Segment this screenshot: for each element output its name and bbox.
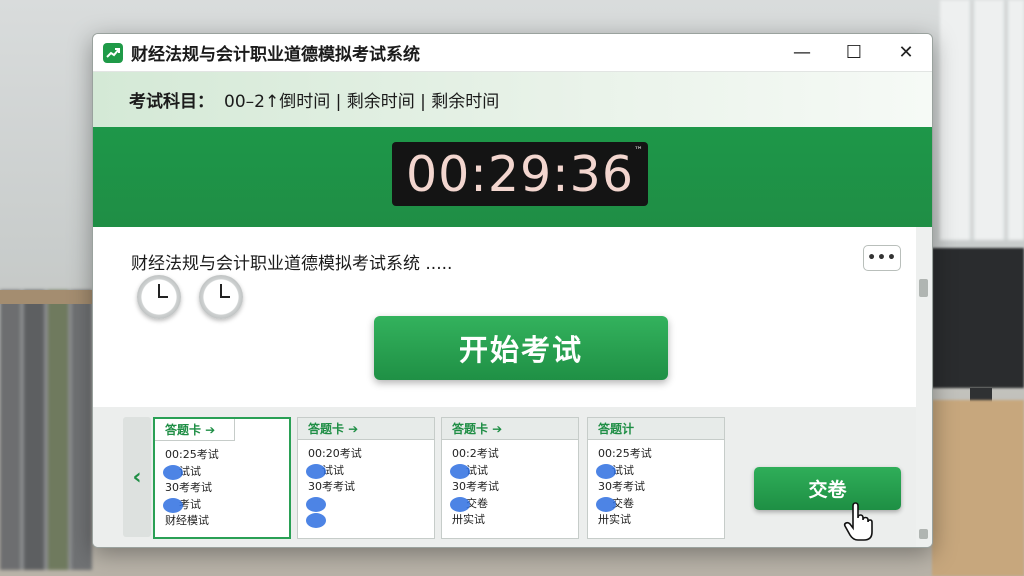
background-desk (932, 400, 1024, 576)
content-title: 财经法规与会计职业道德模拟考试系统 ..... (131, 254, 453, 274)
close-button[interactable]: ✕ (880, 34, 932, 72)
subject-label: 考试科目： (129, 92, 214, 112)
card-line: 00:25考试 (165, 448, 219, 461)
card-line: 00:2考试 (452, 447, 499, 460)
minimize-button[interactable]: — (776, 34, 828, 72)
answer-mark (306, 496, 326, 512)
answer-mark (163, 497, 183, 513)
timer-band: 00:29:36 ™ (93, 127, 932, 227)
background-shelf-top (0, 290, 92, 304)
answer-card-tab[interactable]: 答题卡 ➔ (155, 419, 235, 441)
vertical-scrollbar[interactable] (916, 227, 932, 547)
answer-mark (450, 463, 470, 479)
card-line: 财经模试 (165, 514, 209, 527)
answer-card-3[interactable]: 答题卡 ➔ 00:2考试 试试 30考考试 交卷 卅实试 (441, 417, 579, 539)
chart-trend-icon (103, 42, 123, 63)
answer-card-4[interactable]: 答题计 00:25考试 试试 30考考试 交卷 卅实试 (587, 417, 725, 539)
submit-exam-button[interactable]: 交卷 (754, 467, 901, 510)
answer-mark (596, 496, 616, 512)
answer-mark (163, 464, 183, 480)
answer-card-1[interactable]: 答题卡 ➔ 00:25考试 试试 30考考试 考试 财经模试 (153, 417, 291, 539)
exam-content-panel: 财经法规与会计职业道德模拟考试系统 ..... ••• 开始考试 (93, 227, 916, 407)
answer-mark (306, 463, 326, 479)
timer-value: 00:29:36 (405, 145, 635, 203)
window-title: 财经法规与会计职业道德模拟考试系统 (131, 45, 420, 65)
more-options-button[interactable]: ••• (863, 245, 901, 271)
subject-value: 00–2↑倒时间 | 剩余时间 | 剩余时间 (224, 92, 500, 112)
card-line: 00:20考试 (308, 447, 362, 460)
clock-icon (199, 275, 243, 319)
maximize-button[interactable]: ☐ (828, 34, 880, 72)
hand-cursor-icon (843, 502, 873, 541)
answer-mark (450, 496, 470, 512)
answer-card-tab[interactable]: 答题卡 ➔ (442, 418, 578, 440)
title-bar[interactable]: 财经法规与会计职业道德模拟考试系统 — ☐ ✕ (93, 34, 932, 72)
card-line: 30考考试 (598, 480, 645, 493)
card-line: 30考考试 (308, 480, 355, 493)
answer-mark (596, 463, 616, 479)
answer-card-tab[interactable]: 答题卡 ➔ (298, 418, 434, 440)
card-line: 30考考试 (165, 481, 212, 494)
countdown-timer: 00:29:36 ™ (392, 142, 648, 206)
scrollbar-bottom-arrow[interactable] (919, 529, 928, 539)
answer-card-strip: ‹ 答题卡 ➔ 00:25考试 试试 30考考试 考试 财经模试 答题卡 ➔ 0… (93, 407, 916, 547)
background-shelf (0, 290, 92, 570)
clock-icon (137, 275, 181, 319)
start-exam-button[interactable]: 开始考试 (374, 316, 668, 380)
subject-bar: 考试科目： 00–2↑倒时间 | 剩余时间 | 剩余时间 (93, 72, 932, 127)
card-line: 30考考试 (452, 480, 499, 493)
answer-card-2[interactable]: 答题卡 ➔ 00:20考试 试试 30考考试 (297, 417, 435, 539)
background-window (940, 0, 1024, 240)
card-line: 00:25考试 (598, 447, 652, 460)
answer-mark (306, 513, 326, 528)
card-line: 卅实试 (598, 513, 631, 526)
background-monitor (932, 248, 1024, 388)
card-line: 卅实试 (452, 513, 485, 526)
answer-card-tab[interactable]: 答题计 (588, 418, 724, 440)
exam-window: 财经法规与会计职业道德模拟考试系统 — ☐ ✕ 考试科目： 00–2↑倒时间 |… (92, 33, 933, 548)
prev-page-button[interactable]: ‹ (123, 417, 151, 537)
scrollbar-thumb[interactable] (919, 279, 928, 297)
timer-mark: ™ (634, 146, 644, 156)
